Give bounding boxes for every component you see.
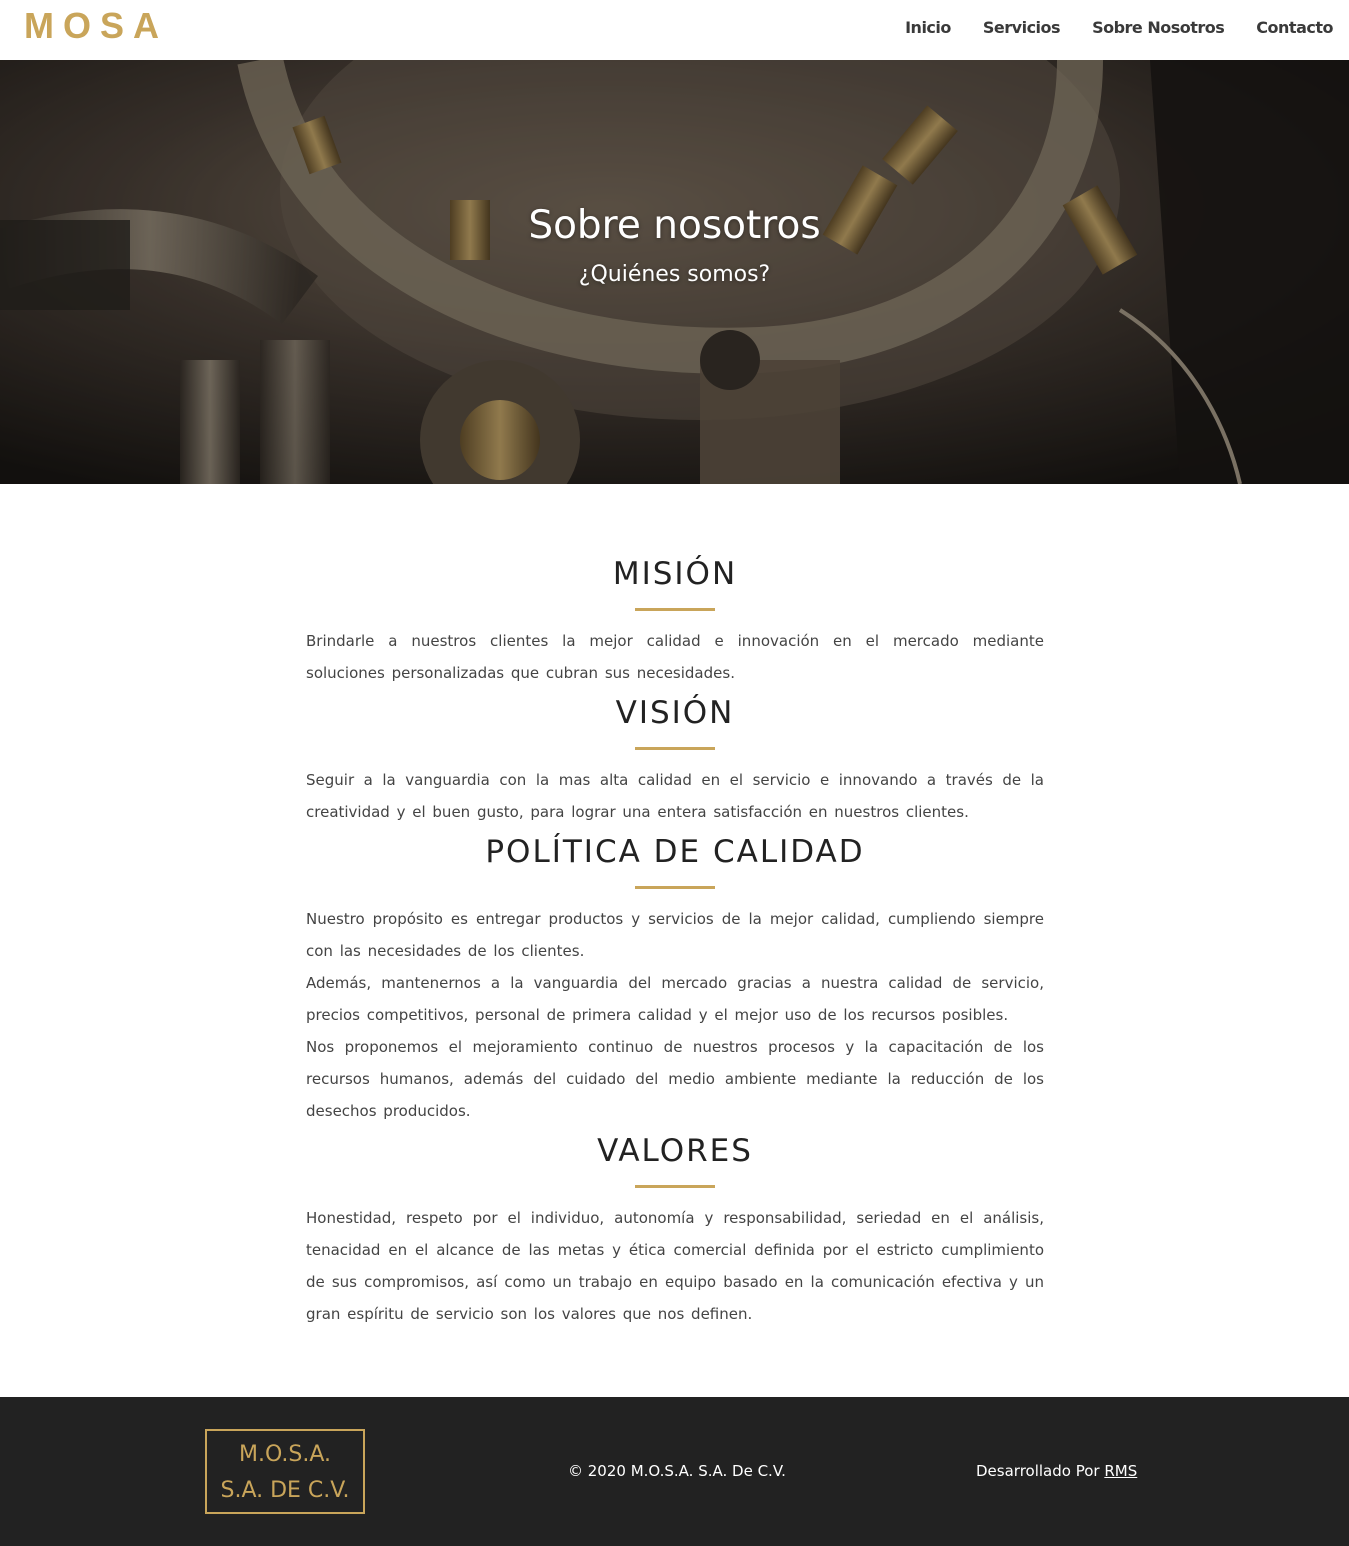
section-paragraph: Nos proponemos el mejoramiento continuo … (306, 1038, 1044, 1120)
footer-copyright: © 2020 M.O.S.A. S.A. De C.V. (568, 1462, 786, 1480)
hero-subtitle: ¿Quiénes somos? (578, 262, 771, 287)
nav-inicio[interactable]: Inicio (905, 18, 951, 37)
nav-menu: Inicio Servicios Sobre Nosotros Contacto (905, 18, 1333, 37)
section-vision: VISIÓN Seguir a la vanguardia con la mas… (306, 693, 1044, 828)
footer-developed-by: Desarrollado Por RMS (976, 1462, 1137, 1480)
nav-contacto[interactable]: Contacto (1256, 18, 1333, 37)
section-title: VALORES (597, 1133, 753, 1169)
section-paragraph: Nuestro propósito es entregar productos … (306, 910, 1044, 960)
footer-logo: M.O.S.A. S.A. DE C.V. (205, 1429, 365, 1514)
section-paragraph: Además, mantenernos a la vanguardia del … (306, 974, 1044, 1024)
nav-sobre-nosotros[interactable]: Sobre Nosotros (1092, 18, 1225, 37)
footer-logo-line2: S.A. DE C.V. (220, 1478, 350, 1503)
about-content: MISIÓN Brindarle a nuestros clientes la … (306, 484, 1044, 1330)
footer: M.O.S.A. S.A. DE C.V. © 2020 M.O.S.A. S.… (0, 1397, 1349, 1546)
section-title: MISIÓN (612, 556, 738, 592)
nav-servicios[interactable]: Servicios (983, 18, 1061, 37)
accent-divider (635, 747, 715, 750)
developed-prefix: Desarrollado Por (976, 1462, 1100, 1480)
section-mision: MISIÓN Brindarle a nuestros clientes la … (306, 554, 1044, 689)
footer-logo-line1: M.O.S.A. (238, 1442, 331, 1467)
section-valores: VALORES Honestidad, respeto por el indiv… (306, 1131, 1044, 1330)
accent-divider (635, 886, 715, 889)
section-paragraph: Seguir a la vanguardia con la mas alta c… (306, 771, 1044, 821)
navbar: MOSA Inicio Servicios Sobre Nosotros Con… (0, 0, 1349, 60)
brand-logo[interactable]: MOSA (24, 6, 168, 46)
section-paragraph: Brindarle a nuestros clientes la mejor c… (306, 632, 1044, 682)
hero-banner: Sobre nosotros ¿Quiénes somos? (0, 60, 1349, 484)
developer-link[interactable]: RMS (1104, 1462, 1137, 1480)
hero-title: Sobre nosotros (528, 203, 821, 248)
section-title: POLÍTICA DE CALIDAD (485, 834, 865, 870)
section-paragraph: Honestidad, respeto por el individuo, au… (306, 1209, 1044, 1323)
accent-divider (635, 608, 715, 611)
accent-divider (635, 1185, 715, 1188)
section-title: VISIÓN (615, 695, 735, 731)
section-politica-calidad: POLÍTICA DE CALIDAD Nuestro propósito es… (306, 832, 1044, 1127)
